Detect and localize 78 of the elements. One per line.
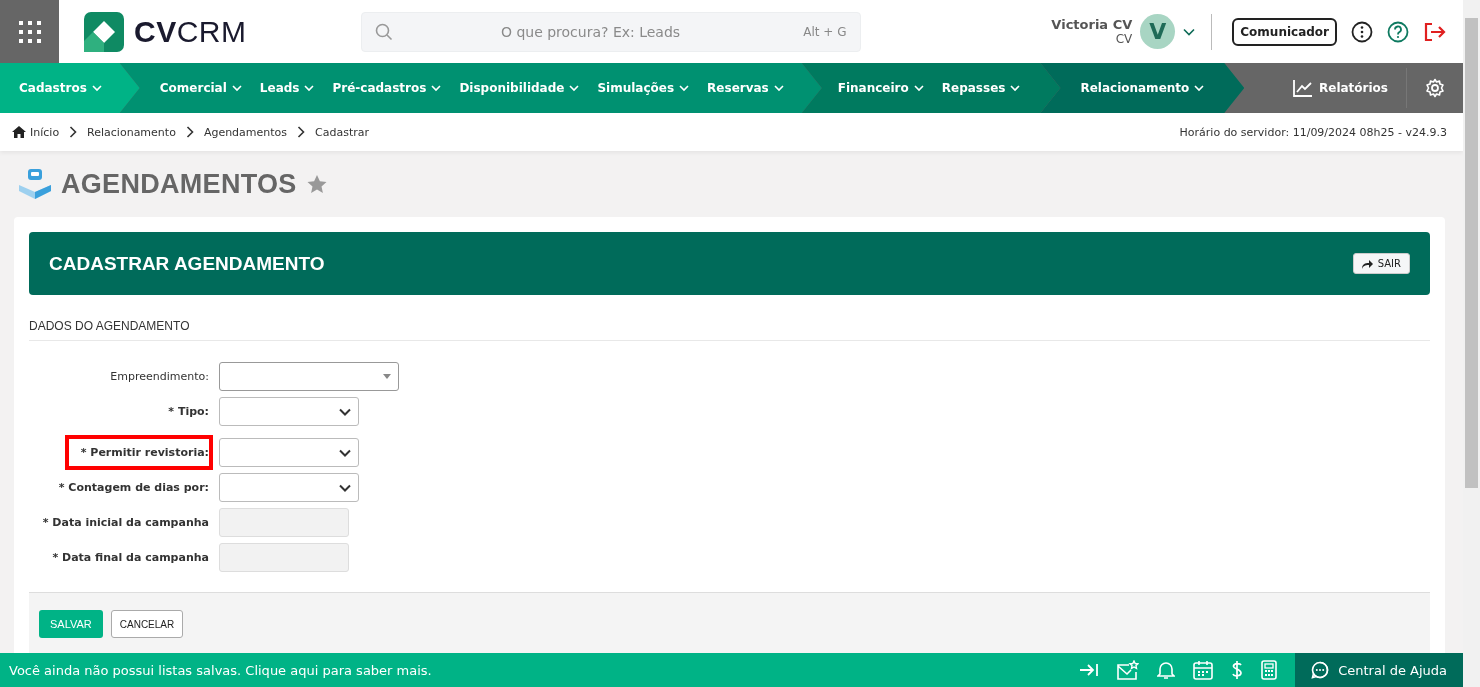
user-role: CV [1115,32,1133,46]
save-button[interactable]: SALVAR [39,610,103,638]
menu-item[interactable]: Financeiro [837,81,924,95]
breadcrumb-link[interactable]: Agendamentos [203,125,288,139]
logo-text: CVCRM [134,14,247,49]
envelope-star-icon[interactable] [1117,660,1140,680]
section-heading: DADOS DO AGENDAMENTO [29,295,1430,341]
select-field[interactable] [219,473,359,502]
chevron-down-icon [1010,84,1021,92]
menu-item[interactable]: Reservas [707,81,784,95]
chevron-down-icon [1194,84,1205,92]
field-label: * Data final da campanha [52,550,209,566]
breadcrumb-link[interactable]: Início [30,125,60,139]
logout-icon[interactable] [1423,20,1447,43]
chevron-right-icon [297,126,306,138]
search-icon [374,22,393,41]
chevron-down-icon [304,84,315,92]
chevron-down-icon [913,84,924,92]
chevron-down-icon [431,84,442,92]
avatar[interactable]: V [1140,14,1176,49]
dropdown-field[interactable] [219,362,399,391]
menu-item[interactable]: Cadastros [19,81,102,95]
apps-menu-button[interactable] [0,0,59,63]
chevron-down-icon[interactable] [1183,27,1196,36]
reports-link[interactable]: Relatórios [1293,79,1388,97]
menu-item[interactable]: Comercial [159,81,242,95]
form-title: CADASTRAR AGENDAMENTO [49,252,325,275]
shortcut-hint: Alt + G [803,24,847,39]
home-icon [12,126,26,138]
calculator-icon[interactable] [1261,660,1278,680]
logo[interactable]: CVCRM [84,11,247,52]
share-arrow-icon [1361,258,1373,269]
grid-icon [17,19,42,44]
chevron-down-icon [339,407,351,416]
more-options-icon[interactable] [1351,20,1373,43]
menu-item[interactable]: Disponibilidade [459,81,580,95]
calendar-icon[interactable] [1193,660,1214,680]
exit-button[interactable]: SAIR [1352,253,1410,274]
chevron-down-icon [91,84,102,92]
arrow-to-bar-icon[interactable] [1079,662,1100,678]
agenda-person-icon [19,169,51,199]
menu-item[interactable]: Simulações [597,81,690,95]
select-field[interactable] [219,438,359,467]
select-field[interactable] [219,397,359,426]
chevron-down-icon [339,448,351,457]
communicator-button[interactable]: Comunicador [1232,17,1337,46]
star-icon[interactable] [306,174,327,194]
chat-bubble-icon [1311,661,1330,679]
page-title: AGENDAMENTOS [61,168,297,200]
saved-lists-link[interactable]: Você ainda não possui listas salvas. Clique aqui para saber mais. [0,662,432,678]
line-chart-icon [1293,79,1313,97]
menu-item[interactable]: Leads [259,81,315,95]
chevron-down-icon [569,84,580,92]
breadcrumb-link[interactable]: Cadastrar [315,125,370,139]
bell-icon[interactable] [1157,660,1176,680]
chevron-down-icon [679,84,690,92]
chevron-down-icon [773,84,784,92]
field-label: Empreendimento: [110,369,209,385]
menu-item[interactable]: Relacionamento [1080,81,1205,95]
cancel-button[interactable]: CANCELAR [110,610,184,638]
field-label: * Contagem de dias por: [58,480,209,496]
field-label: * Tipo: [168,404,209,420]
dollar-icon[interactable] [1231,660,1244,680]
chevron-down-icon [231,84,242,92]
menu-item[interactable]: Pré-cadastros [332,81,442,95]
help-icon[interactable] [1387,20,1409,43]
caret-down-icon [383,374,391,379]
help-center-button[interactable]: Central de Ajuda [1295,653,1463,687]
settings-icon[interactable] [1425,78,1445,98]
chevron-right-icon [185,126,194,138]
user-name: Victoria CV [1051,17,1133,32]
breadcrumb-link[interactable]: Relacionamento [87,125,176,139]
menu-item[interactable]: Repasses [941,81,1021,95]
server-time: Horário do servidor: 11/09/2024 08h25 - v24.9.3 [1179,125,1447,139]
logo-mark [84,11,124,52]
chevron-right-icon [69,126,78,138]
chevron-down-icon [339,483,351,492]
field-label: * Data inicial da campanha [42,515,209,531]
